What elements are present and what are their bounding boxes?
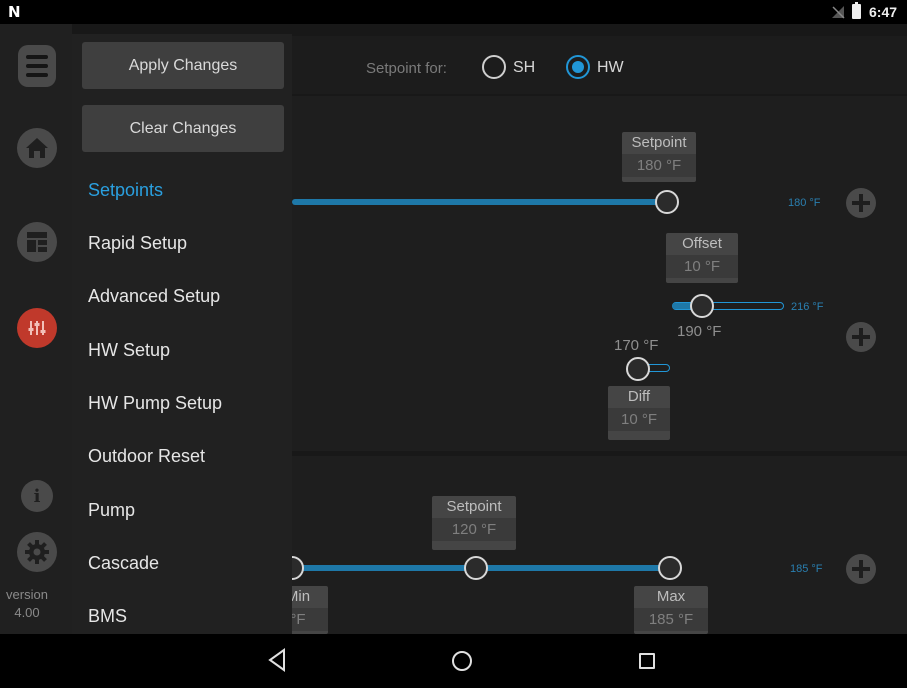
- radio-hw-label: HW: [597, 59, 624, 76]
- drawer-item-bms[interactable]: BMS: [88, 606, 127, 627]
- setpoint-slider-thumb[interactable]: [655, 190, 679, 214]
- diff-tag: Diff 10 °F: [608, 386, 670, 440]
- drawer-item-pump[interactable]: Pump: [88, 500, 135, 521]
- diff-current-value: 170 °F: [614, 337, 659, 354]
- offset-max-label: 216 °F: [791, 301, 824, 313]
- apply-changes-button[interactable]: Apply Changes: [82, 42, 284, 89]
- navigation-drawer: Apply Changes Clear Changes Setpoints Ra…: [72, 34, 292, 634]
- setpoint-tag-value: 180 °F: [622, 154, 696, 177]
- offset-tag: Offset 10 °F: [666, 233, 738, 283]
- dashboard-icon[interactable]: [17, 222, 57, 262]
- lower-setpoint-tag-label: Setpoint: [446, 498, 502, 515]
- info-icon[interactable]: i: [21, 480, 53, 512]
- left-rail: i version 4.00: [0, 24, 72, 634]
- max-tag: Max 185 °F: [634, 586, 708, 634]
- lower-max-label: 185 °F: [790, 563, 823, 575]
- lower-setpoint-tag: Setpoint 120 °F: [432, 496, 516, 550]
- radio-sh[interactable]: [482, 55, 506, 79]
- clear-changes-button[interactable]: Clear Changes: [82, 105, 284, 152]
- drawer-item-outdoor-reset[interactable]: Outdoor Reset: [88, 446, 205, 467]
- setpoint-tag-label: Setpoint: [631, 134, 687, 151]
- home-icon[interactable]: [17, 128, 57, 168]
- drawer-item-rapid-setup[interactable]: Rapid Setup: [88, 233, 187, 254]
- diff-slider-thumb[interactable]: [626, 357, 650, 381]
- gear-icon[interactable]: [17, 532, 57, 572]
- lower-max-thumb[interactable]: [658, 556, 682, 580]
- app-window: Setpoint for: SH HW Setpoint 180 °F 180 …: [0, 24, 907, 634]
- system-navigation-bar: [0, 634, 907, 688]
- max-tag-label: Max: [656, 588, 686, 605]
- offset-slider-thumb[interactable]: [690, 294, 714, 318]
- offset-tag-value: 10 °F: [666, 255, 738, 278]
- lower-setpoint-tag-value: 120 °F: [432, 518, 516, 541]
- version-number: 4.00: [14, 605, 40, 620]
- setpoint-tag: Setpoint 180 °F: [622, 132, 696, 182]
- radio-hw[interactable]: [566, 55, 590, 79]
- clock: 6:47: [869, 4, 898, 20]
- setpoint-slider-track[interactable]: [292, 199, 668, 205]
- drawer-item-hw-pump-setup[interactable]: HW Pump Setup: [88, 393, 222, 414]
- no-signal-icon: [832, 6, 845, 19]
- back-icon[interactable]: [268, 648, 288, 672]
- hamburger-menu-icon[interactable]: [18, 45, 56, 87]
- drawer-item-setpoints[interactable]: Setpoints: [88, 180, 163, 201]
- notification-logo-icon: N: [8, 3, 21, 21]
- recent-apps-icon[interactable]: [639, 653, 655, 669]
- lower-plus-icon[interactable]: [846, 554, 876, 584]
- drawer-item-cascade[interactable]: Cascade: [88, 553, 159, 574]
- status-bar: N 6:47: [0, 0, 907, 24]
- version-label: version: [6, 587, 48, 602]
- version-info: version 4.00: [0, 586, 54, 622]
- setpoint-plus-icon[interactable]: [846, 188, 876, 218]
- setpoint-for-label: Setpoint for:: [366, 60, 447, 77]
- offset-tag-label: Offset: [682, 235, 722, 252]
- setpoint-max-label: 180 °F: [788, 197, 821, 209]
- drawer-item-hw-setup[interactable]: HW Setup: [88, 340, 170, 361]
- max-tag-value: 185 °F: [634, 608, 708, 631]
- radio-sh-label: SH: [513, 59, 536, 76]
- home-circle-icon[interactable]: [452, 651, 472, 671]
- offset-current-value: 190 °F: [677, 323, 722, 340]
- lower-setpoint-thumb[interactable]: [464, 556, 488, 580]
- battery-icon: [852, 2, 861, 19]
- adjust-settings-icon[interactable]: [17, 308, 57, 348]
- offset-plus-icon[interactable]: [846, 322, 876, 352]
- drawer-item-advanced-setup[interactable]: Advanced Setup: [88, 286, 220, 307]
- diff-tag-value: 10 °F: [608, 408, 670, 431]
- diff-tag-label: Diff: [627, 388, 651, 405]
